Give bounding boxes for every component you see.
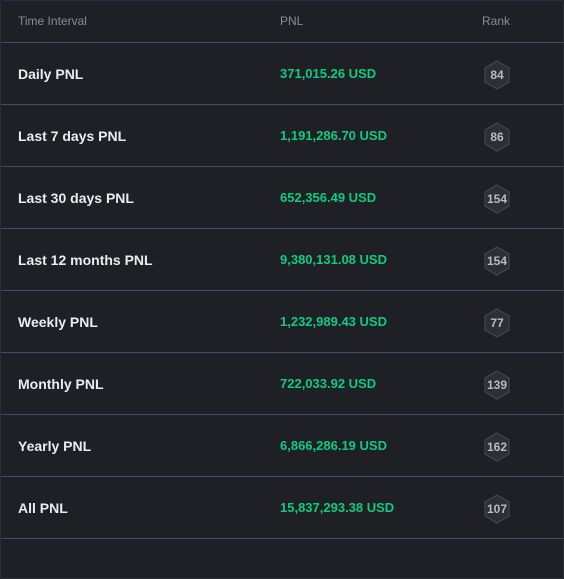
rank-badge: 139 [483,370,511,400]
rank-badge: 86 [483,122,511,152]
table-row: Last 30 days PNL 652,356.49 USD 154 [1,167,563,229]
rank-badge: 77 [483,308,511,338]
table-row: Daily PNL 371,015.26 USD 84 [1,43,563,105]
rank-badge: 162 [483,432,511,462]
rank-number: 154 [486,192,508,206]
row-pnl-value: 1,191,286.70 USD [280,128,387,143]
row-pnl-value: 652,356.49 USD [280,190,377,205]
table-row: Monthly PNL 722,033.92 USD 139 [1,353,563,415]
row-pnl-value: 1,232,989.43 USD [280,314,387,329]
rank-number: 77 [490,316,504,330]
row-pnl-value: 6,866,286.19 USD [280,438,387,453]
row-pnl-value: 371,015.26 USD [280,66,377,81]
rank-number: 84 [490,68,504,82]
row-pnl-value: 722,033.92 USD [280,376,377,391]
row-label: Yearly PNL [18,438,92,454]
table-row: All PNL 15,837,293.38 USD 107 [1,477,563,539]
rank-number: 139 [486,378,508,392]
row-label: Weekly PNL [18,314,98,330]
rank-number: 162 [486,440,508,454]
rank-number: 154 [486,254,508,268]
rank-number: 107 [486,502,508,516]
row-label: All PNL [18,500,68,516]
row-pnl-value: 15,837,293.38 USD [280,500,395,515]
rank-badge: 107 [483,494,511,524]
table-row: Yearly PNL 6,866,286.19 USD 162 [1,415,563,477]
table-row: Last 12 months PNL 9,380,131.08 USD 154 [1,229,563,291]
rank-badge: 154 [483,246,511,276]
rank-number: 86 [490,130,504,144]
row-pnl-value: 9,380,131.08 USD [280,252,387,267]
pnl-table: Time Interval PNL Rank Daily PNL 371,015… [0,0,564,579]
header-time-interval: Time Interval [18,14,87,28]
row-label: Last 12 months PNL [18,252,153,268]
table-row: Last 7 days PNL 1,191,286.70 USD 86 [1,105,563,167]
rank-badge: 84 [483,60,511,90]
header-pnl: PNL [280,14,304,28]
row-label: Monthly PNL [18,376,104,392]
row-label: Last 30 days PNL [18,190,134,206]
table-row: Weekly PNL 1,232,989.43 USD 77 [1,291,563,353]
rank-badge: 154 [483,184,511,214]
header-rank: Rank [482,14,511,28]
row-label: Last 7 days PNL [18,128,127,144]
row-label: Daily PNL [18,66,84,82]
table-header: Time Interval PNL Rank [1,1,563,43]
